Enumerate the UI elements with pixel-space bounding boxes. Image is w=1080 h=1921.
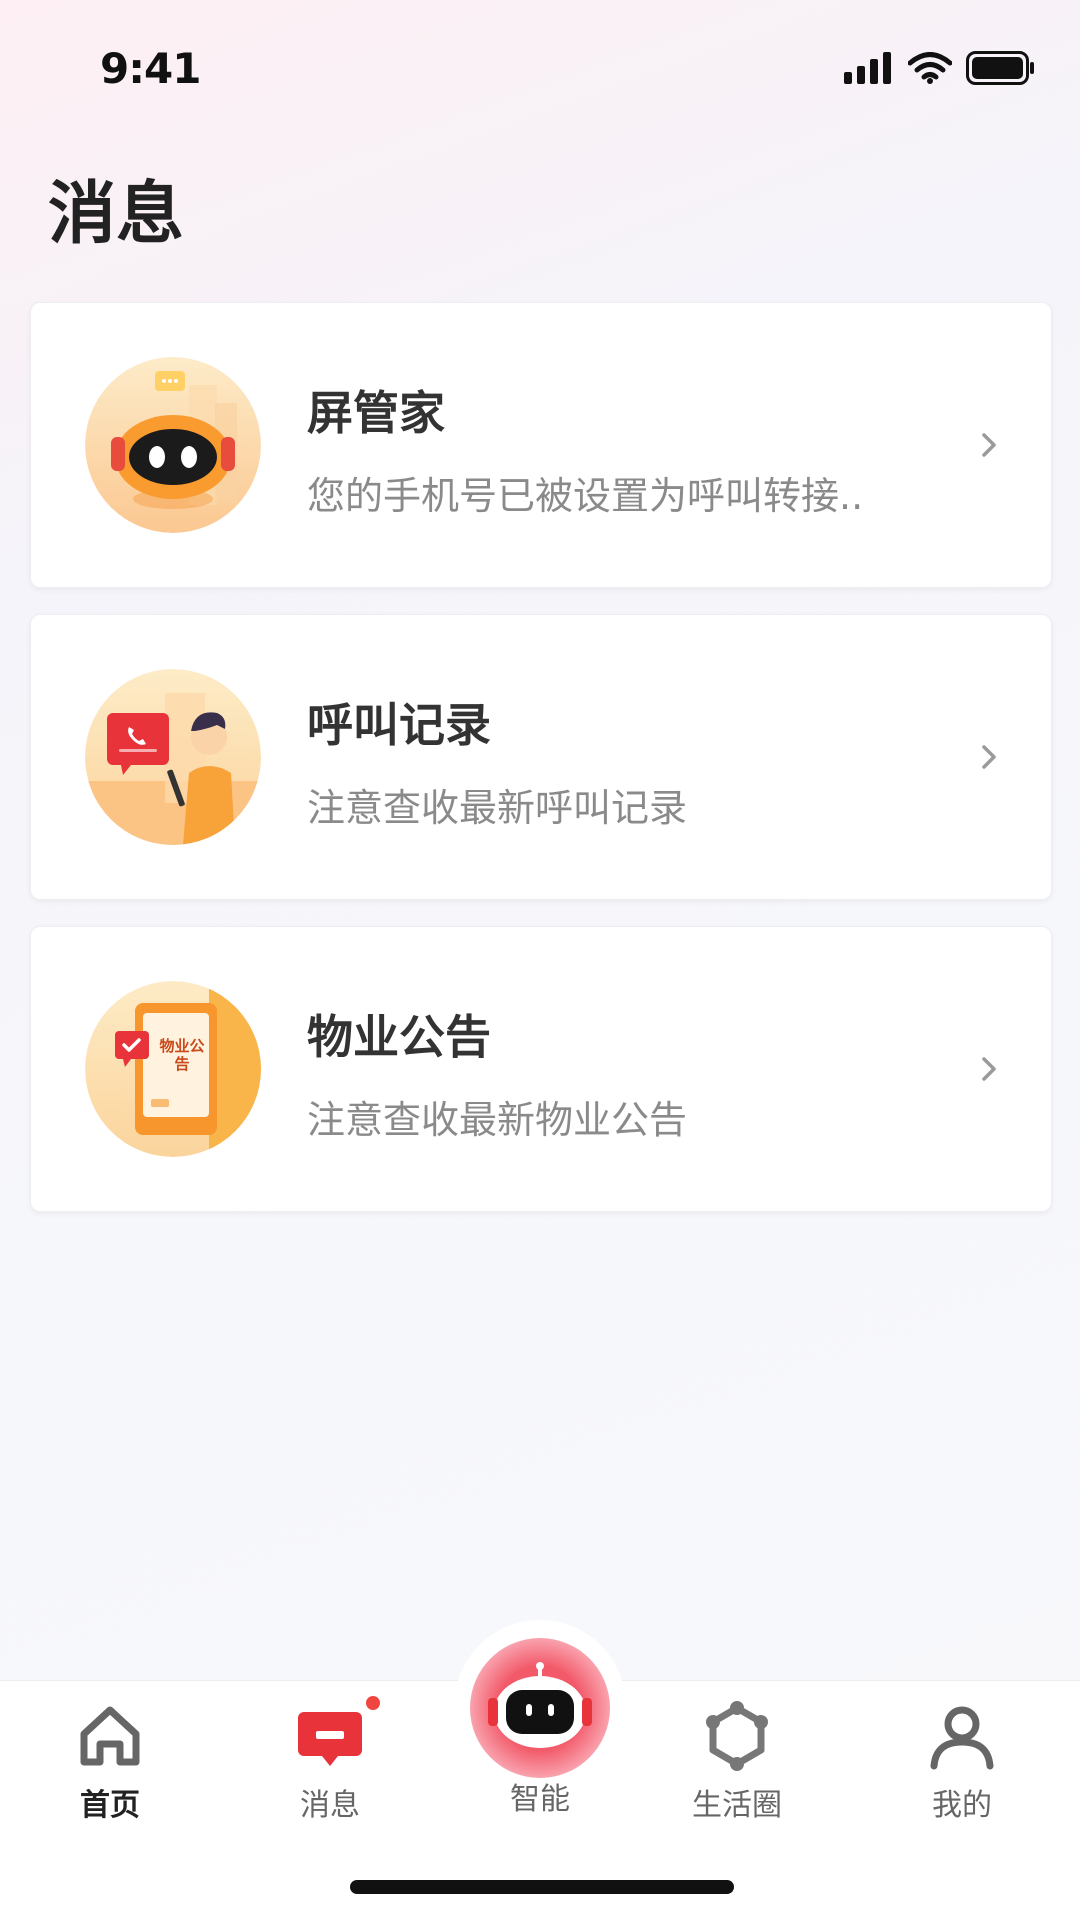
wifi-icon bbox=[908, 52, 952, 84]
card-title: 屏管家 bbox=[307, 386, 445, 440]
status-time: 9:41 bbox=[100, 44, 201, 93]
message-icon bbox=[298, 1712, 362, 1766]
robot-avatar-icon bbox=[85, 357, 261, 533]
tab-label: 我的 bbox=[932, 1788, 992, 1823]
card-title: 物业公告 bbox=[307, 1010, 491, 1064]
status-icons bbox=[844, 50, 1036, 86]
chevron-right-icon bbox=[982, 745, 996, 769]
status-bar: 9:41 bbox=[0, 0, 1080, 130]
announcement-avatar-icon: 物业公告 bbox=[85, 981, 261, 1157]
card-subtitle: 您的手机号已被设置为呼叫转接.. bbox=[307, 474, 864, 518]
robot-icon bbox=[470, 1638, 610, 1778]
message-card-property-notice[interactable]: 物业公告 物业公告 注意查收最新物业公告 bbox=[30, 926, 1052, 1212]
unread-badge bbox=[366, 1696, 380, 1710]
card-title: 呼叫记录 bbox=[307, 698, 491, 752]
tab-profile[interactable]: 我的 bbox=[882, 1700, 1042, 1824]
card-subtitle: 注意查收最新呼叫记录 bbox=[307, 786, 688, 830]
card-subtitle: 注意查收最新物业公告 bbox=[307, 1098, 688, 1142]
call-record-avatar-icon bbox=[85, 669, 261, 845]
tab-smart[interactable]: 智能 bbox=[460, 1636, 620, 1818]
tab-home[interactable]: 首页 bbox=[30, 1700, 190, 1824]
tab-label: 首页 bbox=[80, 1788, 140, 1823]
chevron-right-icon bbox=[982, 433, 996, 457]
user-icon bbox=[930, 1706, 994, 1770]
tab-label: 消息 bbox=[300, 1788, 360, 1823]
message-card-screen-manager[interactable]: 屏管家 您的手机号已被设置为呼叫转接.. bbox=[30, 302, 1052, 588]
hexagon-network-icon bbox=[706, 1701, 768, 1771]
message-card-call-records[interactable]: 呼叫记录 注意查收最新呼叫记录 bbox=[30, 614, 1052, 900]
tab-label: 生活圈 bbox=[692, 1788, 782, 1823]
home-icon bbox=[80, 1706, 140, 1766]
tab-life-circle[interactable]: 生活圈 bbox=[657, 1700, 817, 1824]
chevron-right-icon bbox=[982, 1057, 996, 1081]
battery-icon bbox=[966, 51, 1034, 85]
signal-icon bbox=[844, 52, 891, 84]
tab-messages[interactable]: 消息 bbox=[250, 1696, 410, 1824]
announcement-avatar-text: 物业公告 bbox=[159, 1037, 205, 1073]
home-indicator bbox=[350, 1880, 734, 1894]
page-title: 消息 bbox=[48, 175, 185, 254]
tab-label: 智能 bbox=[510, 1782, 570, 1817]
